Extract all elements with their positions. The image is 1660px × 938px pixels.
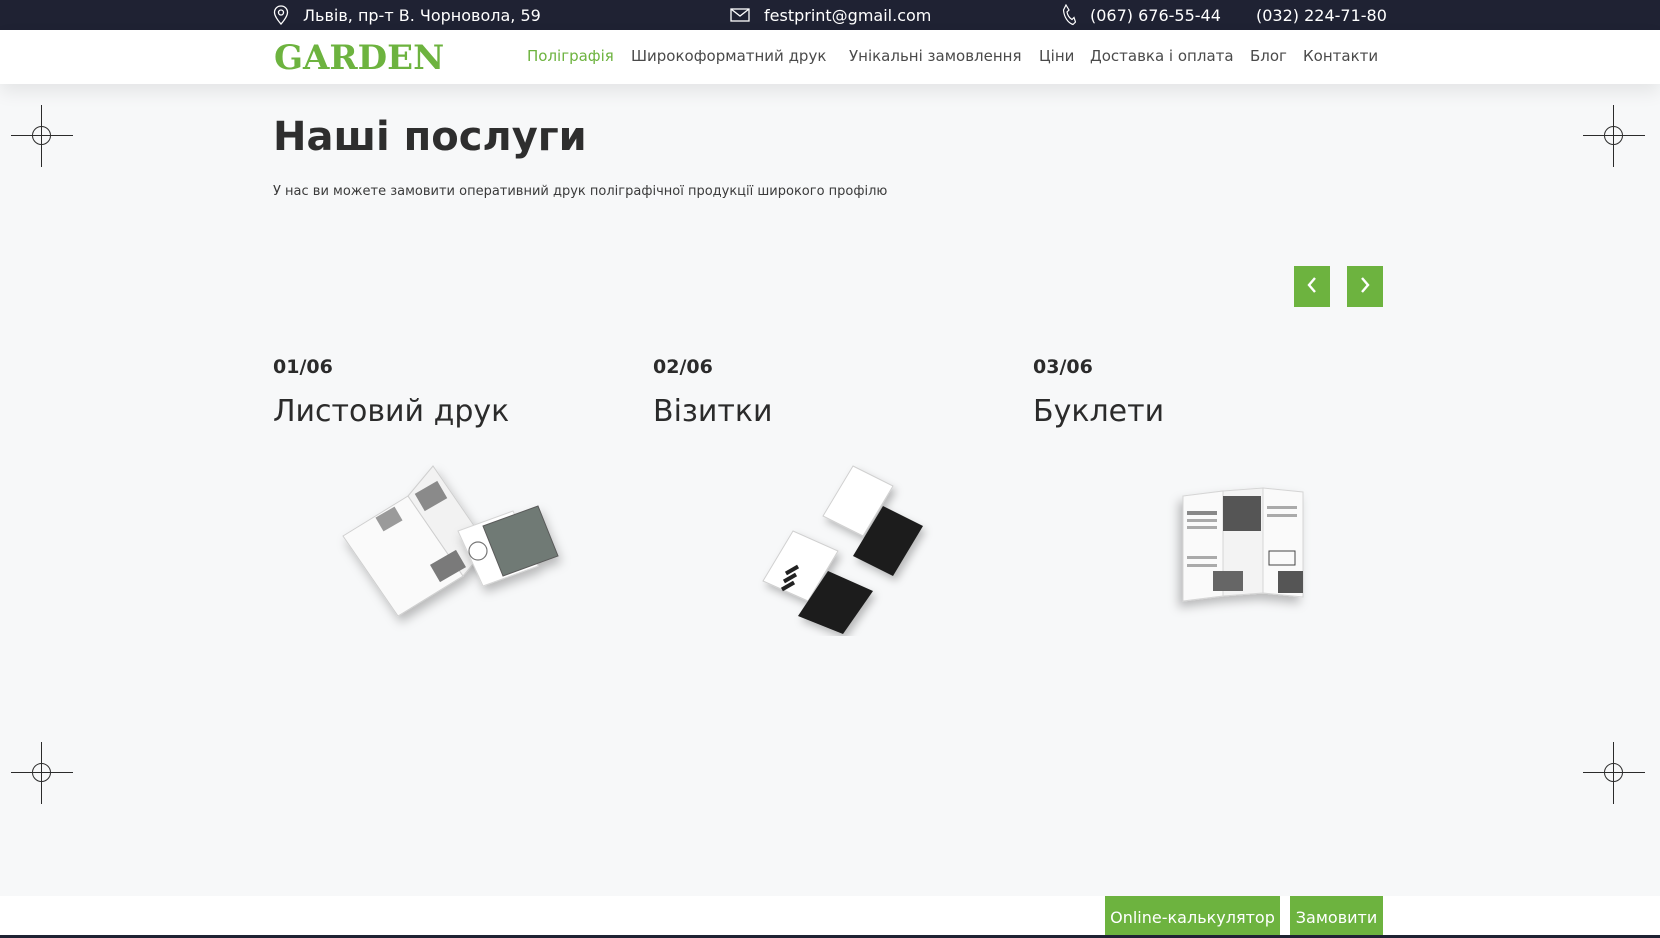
crop-mark-icon bbox=[11, 742, 73, 804]
phone-link-2[interactable]: (032) 224-71-80 bbox=[1256, 0, 1387, 30]
service-card[interactable]: 03/06 Буклети bbox=[1033, 356, 1373, 636]
nav-item-poligrafiya[interactable]: Поліграфія bbox=[527, 47, 614, 65]
chevron-left-icon bbox=[1305, 275, 1319, 299]
crop-mark-icon bbox=[1583, 742, 1645, 804]
service-number: 02/06 bbox=[653, 356, 713, 378]
service-card[interactable]: 01/06 Листовий друк bbox=[273, 356, 613, 636]
online-calculator-button[interactable]: Online-калькулятор bbox=[1105, 896, 1280, 938]
slider-next-button[interactable] bbox=[1347, 266, 1383, 307]
nav-item-unique-orders[interactable]: Унікальні замовлення bbox=[849, 47, 1022, 65]
site-header: GARDEN Поліграфія Широкоформатний друк У… bbox=[0, 30, 1660, 84]
phone-link-1[interactable]: (067) 676-55-44 bbox=[1062, 0, 1221, 30]
page-title: Наші послуги bbox=[273, 114, 587, 160]
service-card[interactable]: 02/06 Візитки bbox=[653, 356, 993, 636]
open-brochure-image bbox=[313, 456, 573, 636]
address: Львів, пр-т В. Чорновола, 59 bbox=[273, 0, 541, 30]
trifold-booklet-image bbox=[1073, 456, 1333, 636]
envelope-icon bbox=[730, 8, 750, 22]
email-text: festprint@gmail.com bbox=[764, 5, 932, 25]
location-pin-icon bbox=[273, 5, 289, 25]
nav-item-contacts[interactable]: Контакти bbox=[1303, 47, 1378, 65]
order-button[interactable]: Замовити bbox=[1290, 896, 1383, 938]
logo[interactable]: GARDEN bbox=[274, 40, 444, 76]
email-link[interactable]: festprint@gmail.com bbox=[730, 0, 931, 30]
nav-item-large-format[interactable]: Широкоформатний друк bbox=[631, 47, 826, 65]
page-subtitle: У нас ви можете замовити оперативний дру… bbox=[273, 184, 888, 199]
crop-mark-icon bbox=[1583, 105, 1645, 167]
phone-text-1: (067) 676-55-44 bbox=[1090, 5, 1221, 25]
top-contact-bar: Львів, пр-т В. Чорновола, 59 festprint@g… bbox=[0, 0, 1660, 30]
bottom-bar bbox=[0, 896, 1660, 938]
crop-mark-icon bbox=[11, 105, 73, 167]
nav-item-prices[interactable]: Ціни bbox=[1039, 47, 1074, 65]
slider-prev-button[interactable] bbox=[1294, 266, 1330, 307]
service-name: Візитки bbox=[653, 394, 773, 429]
phone-icon bbox=[1062, 4, 1076, 26]
nav-item-blog[interactable]: Блог bbox=[1250, 47, 1287, 65]
address-text: Львів, пр-т В. Чорновола, 59 bbox=[303, 5, 541, 25]
service-name: Буклети bbox=[1033, 394, 1165, 429]
nav-item-delivery[interactable]: Доставка і оплата bbox=[1090, 47, 1234, 65]
service-number: 01/06 bbox=[273, 356, 333, 378]
service-number: 03/06 bbox=[1033, 356, 1093, 378]
service-name: Листовий друк bbox=[273, 394, 510, 429]
chevron-right-icon bbox=[1358, 275, 1372, 299]
business-cards-image bbox=[693, 456, 953, 636]
phone-text-2: (032) 224-71-80 bbox=[1256, 5, 1387, 25]
